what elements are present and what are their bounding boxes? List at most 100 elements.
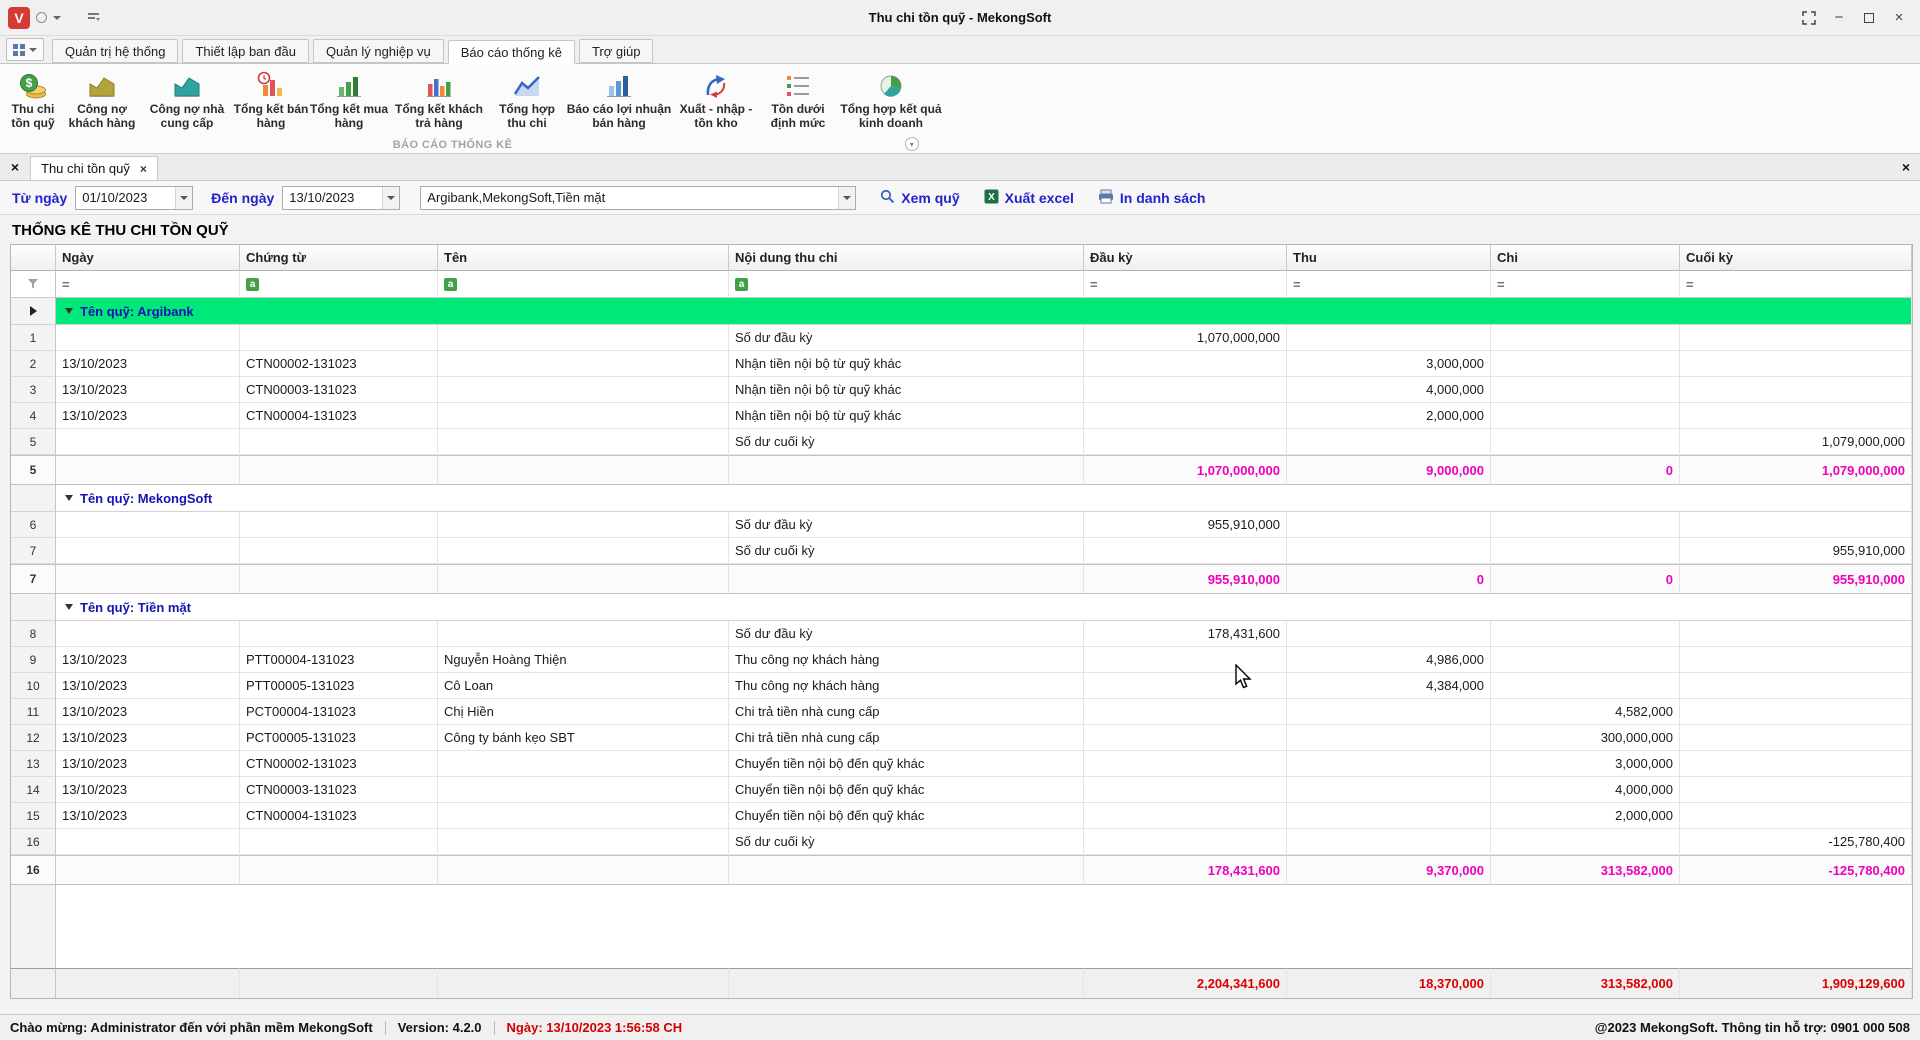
grid-data-row[interactable]: 6Số dư đầu kỳ955,910,000 bbox=[11, 512, 1912, 538]
filter-cell-cuoiky[interactable]: = bbox=[1680, 271, 1912, 298]
column-header-chi[interactable]: Chi bbox=[1491, 245, 1680, 271]
row-header[interactable]: 15 bbox=[11, 803, 56, 829]
row-header[interactable]: 16 bbox=[11, 855, 56, 885]
text-filter-icon[interactable]: a bbox=[246, 278, 259, 291]
row-header[interactable]: 14 bbox=[11, 777, 56, 803]
grid-data-row[interactable]: 913/10/2023PTT00004-131023Nguyễn Hoàng T… bbox=[11, 647, 1912, 673]
grid-data-row[interactable]: 16Số dư cuối kỳ-125,780,400 bbox=[11, 829, 1912, 855]
view-fund-button[interactable]: Xem quỹ bbox=[880, 189, 959, 207]
print-list-button[interactable]: In danh sách bbox=[1098, 189, 1206, 207]
row-header[interactable]: 3 bbox=[11, 377, 56, 403]
row-header[interactable]: 8 bbox=[11, 621, 56, 647]
row-header[interactable]: 1 bbox=[11, 325, 56, 351]
grid-data-row[interactable]: 313/10/2023CTN00003-131023Nhận tiền nội … bbox=[11, 377, 1912, 403]
column-header-cuoiky[interactable]: Cuối kỳ bbox=[1680, 245, 1912, 271]
column-header-ten[interactable]: Tên bbox=[438, 245, 729, 271]
minimize-button[interactable]: − bbox=[1824, 6, 1854, 30]
filter-cell-noidung[interactable]: a bbox=[729, 271, 1084, 298]
collapse-group-icon[interactable] bbox=[65, 308, 73, 314]
grid-data-row[interactable]: 8Số dư đầu kỳ178,431,600 bbox=[11, 621, 1912, 647]
filter-cell-chi[interactable]: = bbox=[1491, 271, 1680, 298]
text-filter-icon[interactable]: a bbox=[444, 278, 457, 291]
row-header[interactable]: 7 bbox=[11, 564, 56, 594]
quick-access-caret-icon[interactable] bbox=[53, 16, 61, 20]
row-indicator[interactable] bbox=[11, 485, 56, 512]
ribbon-item-tong-ket-ban-hang[interactable]: Tổng kết bán hàng bbox=[232, 68, 310, 134]
close-document-button-right[interactable]: × bbox=[1896, 154, 1916, 180]
ribbon-item-tong-ket-khach-tra-hang[interactable]: Tổng kết khách trả hàng bbox=[388, 68, 490, 134]
grid-data-row[interactable]: 1113/10/2023PCT00004-131023Chị HiềnChi t… bbox=[11, 699, 1912, 725]
row-indicator[interactable] bbox=[11, 594, 56, 621]
row-header[interactable]: 10 bbox=[11, 673, 56, 699]
row-indicator[interactable] bbox=[11, 298, 56, 325]
document-tab-thu-chi-ton-quy[interactable]: Thu chi tồn quỹ × bbox=[30, 156, 158, 180]
row-header[interactable]: 11 bbox=[11, 699, 56, 725]
group-caption-cell[interactable]: Tên quỹ: MekongSoft bbox=[56, 485, 1912, 512]
collapse-group-icon[interactable] bbox=[65, 495, 73, 501]
quick-access-circle-icon[interactable] bbox=[36, 12, 47, 23]
ribbon-item-tong-hop-thu-chi[interactable]: Tổng hợp thu chi bbox=[490, 68, 564, 134]
filter-cell-thu[interactable]: = bbox=[1287, 271, 1491, 298]
collapse-group-icon[interactable] bbox=[65, 604, 73, 610]
tab-thiet-lap-ban-dau[interactable]: Thiết lập ban đầu bbox=[182, 39, 308, 63]
row-header[interactable]: 7 bbox=[11, 538, 56, 564]
grid-data-row[interactable]: 1213/10/2023PCT00005-131023Công ty bánh … bbox=[11, 725, 1912, 751]
grid-data-row[interactable]: 213/10/2023CTN00002-131023Nhận tiền nội … bbox=[11, 351, 1912, 377]
tab-tro-giup[interactable]: Trợ giúp bbox=[579, 39, 654, 63]
row-header[interactable]: 12 bbox=[11, 725, 56, 751]
filter-cell-ngay[interactable]: = bbox=[56, 271, 240, 298]
maximize-button[interactable] bbox=[1854, 6, 1884, 30]
filter-cell-chungtu[interactable]: a bbox=[240, 271, 438, 298]
to-date-picker[interactable]: 13/10/2023 bbox=[282, 186, 400, 210]
column-header-dauky[interactable]: Đầu kỳ bbox=[1084, 245, 1287, 271]
app-menu-button[interactable] bbox=[6, 38, 44, 61]
grid-data-row[interactable]: 1513/10/2023CTN00004-131023Chuyển tiền n… bbox=[11, 803, 1912, 829]
column-header-noidung[interactable]: Nội dung thu chi bbox=[729, 245, 1084, 271]
grid-data-row[interactable]: 7Số dư cuối kỳ955,910,000 bbox=[11, 538, 1912, 564]
tab-quan-tri-he-thong[interactable]: Quản trị hệ thống bbox=[52, 39, 178, 63]
group-caption-cell[interactable]: Tên quỹ: Argibank bbox=[56, 298, 1912, 325]
row-header[interactable]: 6 bbox=[11, 512, 56, 538]
grid-data-row[interactable]: 1013/10/2023PTT00005-131023Cô LoanThu cô… bbox=[11, 673, 1912, 699]
filter-cell-ten[interactable]: a bbox=[438, 271, 729, 298]
ribbon-item-thu-chi-ton-quy[interactable]: $ Thu chi tồn quỹ bbox=[4, 68, 62, 134]
ribbon-item-cong-no-nha-cung-cap[interactable]: Công nợ nhà cung cấp bbox=[142, 68, 232, 134]
row-header[interactable]: 16 bbox=[11, 829, 56, 855]
grid-data-row[interactable]: 5Số dư cuối kỳ1,079,000,000 bbox=[11, 429, 1912, 455]
row-header[interactable]: 4 bbox=[11, 403, 56, 429]
fund-select[interactable]: Argibank,MekongSoft,Tiền mặt bbox=[420, 186, 856, 210]
ribbon-item-cong-no-khach-hang[interactable]: Công nợ khách hàng bbox=[62, 68, 142, 134]
grid-group-row[interactable]: Tên quỹ: Argibank bbox=[11, 298, 1912, 325]
row-header[interactable]: 2 bbox=[11, 351, 56, 377]
ribbon-item-xuat-nhap-ton-kho[interactable]: Xuất - nhập - tồn kho bbox=[674, 68, 758, 134]
close-tab-icon[interactable]: × bbox=[140, 162, 147, 176]
column-header-thu[interactable]: Thu bbox=[1287, 245, 1491, 271]
ribbon-item-bao-cao-loi-nhuan-ban-hang[interactable]: Báo cáo lợi nhuận bán hàng bbox=[564, 68, 674, 134]
row-header[interactable]: 9 bbox=[11, 647, 56, 673]
equals-filter-icon[interactable]: = bbox=[1090, 277, 1098, 292]
row-header[interactable]: 13 bbox=[11, 751, 56, 777]
grid-data-row[interactable]: 1313/10/2023CTN00002-131023Chuyển tiền n… bbox=[11, 751, 1912, 777]
ribbon-item-tong-ket-mua-hang[interactable]: Tổng kết mua hàng bbox=[310, 68, 388, 134]
from-date-picker[interactable]: 01/10/2023 bbox=[75, 186, 193, 210]
column-header-ngay[interactable]: Ngày bbox=[56, 245, 240, 271]
ribbon-item-tong-hop-ket-qua-kinh-doanh[interactable]: Tổng hợp kết quả kinh doanh bbox=[838, 68, 944, 134]
equals-filter-icon[interactable]: = bbox=[62, 277, 70, 292]
grid-group-row[interactable]: Tên quỹ: Tiền mặt bbox=[11, 594, 1912, 621]
filter-cell-dauky[interactable]: = bbox=[1084, 271, 1287, 298]
row-header[interactable]: 5 bbox=[11, 455, 56, 485]
ribbon-item-ton-duoi-dinh-muc[interactable]: Tồn dưới định mức bbox=[758, 68, 838, 134]
column-header-chungtu[interactable]: Chứng từ bbox=[240, 245, 438, 271]
fit-screen-button[interactable] bbox=[1794, 6, 1824, 30]
export-excel-button[interactable]: X Xuất excel bbox=[984, 189, 1074, 207]
equals-filter-icon[interactable]: = bbox=[1293, 277, 1301, 292]
text-filter-icon[interactable]: a bbox=[735, 278, 748, 291]
customize-toolbar-icon[interactable] bbox=[87, 12, 100, 23]
row-header[interactable]: 5 bbox=[11, 429, 56, 455]
group-dialog-launcher-icon[interactable]: ▾ bbox=[905, 137, 919, 151]
equals-filter-icon[interactable]: = bbox=[1497, 277, 1505, 292]
equals-filter-icon[interactable]: = bbox=[1686, 277, 1694, 292]
tab-quan-ly-nghiep-vu[interactable]: Quản lý nghiệp vụ bbox=[313, 39, 444, 63]
close-button[interactable]: × bbox=[1884, 6, 1914, 30]
grid-data-row[interactable]: 413/10/2023CTN00004-131023Nhận tiền nội … bbox=[11, 403, 1912, 429]
